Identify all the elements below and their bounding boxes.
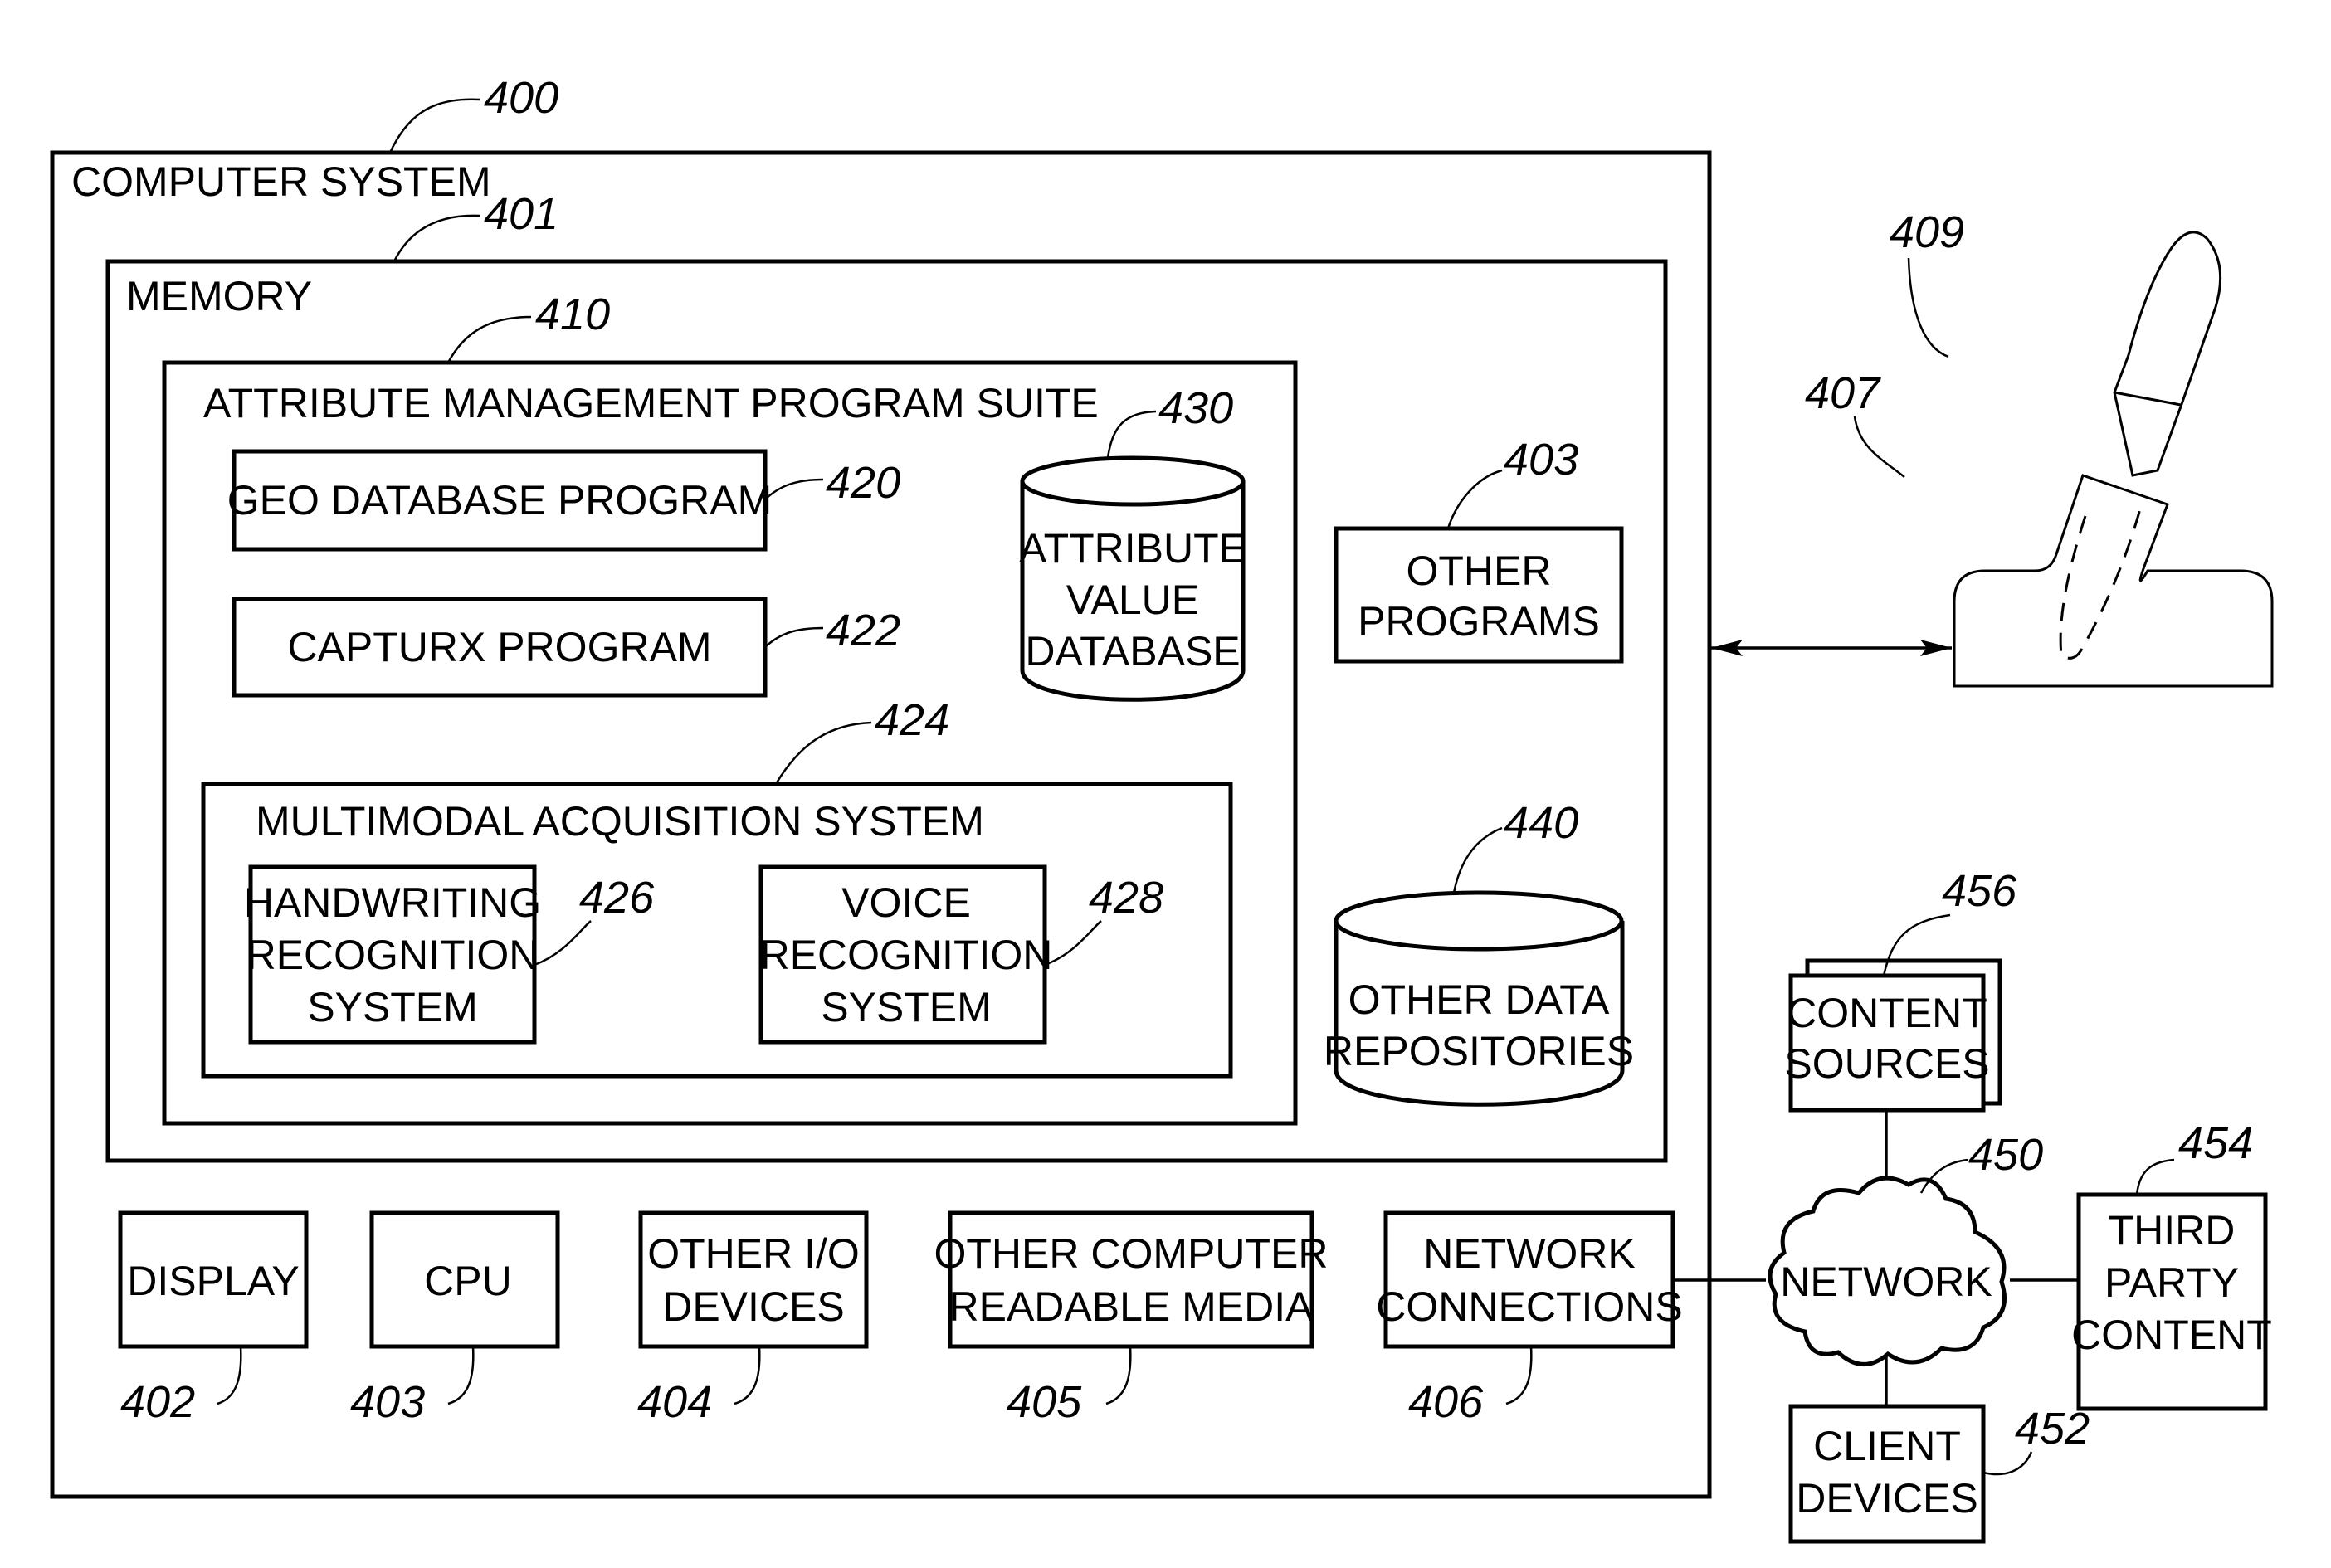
third-party-line-2: PARTY bbox=[2104, 1259, 2239, 1306]
system-diagram: COMPUTER SYSTEM 400 MEMORY 401 ATTRIBUTE… bbox=[50, 73, 2274, 1544]
third-party-line-1: THIRD bbox=[2109, 1207, 2236, 1254]
ref-405: 405 bbox=[1007, 1377, 1082, 1427]
ref-407: 407 bbox=[1805, 368, 1881, 418]
client-devices-line-1: CLIENT bbox=[1813, 1423, 1961, 1469]
third-party-content[interactable]: THIRD PARTY CONTENT 454 bbox=[2071, 1118, 2272, 1411]
ref-456: 456 bbox=[1942, 866, 2017, 916]
other-data-repositories-line-1: OTHER DATA bbox=[1348, 976, 1610, 1023]
ref-430: 430 bbox=[1158, 383, 1233, 433]
pen-cradle-icon bbox=[1953, 474, 2274, 688]
ref-410: 410 bbox=[535, 290, 610, 339]
memory-label: MEMORY bbox=[126, 273, 312, 319]
ref-409: 409 bbox=[1890, 207, 1964, 257]
voice-recognition-line-2: RECOGNITION bbox=[760, 932, 1053, 978]
ref-401: 401 bbox=[484, 189, 558, 239]
other-data-repositories-line-2: REPOSITORIES bbox=[1324, 1028, 1634, 1074]
other-programs-line-2: PROGRAMS bbox=[1358, 598, 1600, 645]
handwriting-recognition-line-1: HANDWRITING bbox=[244, 879, 541, 926]
network-label: NETWORK bbox=[1780, 1259, 1992, 1305]
io-link-arrow bbox=[1711, 640, 1952, 656]
network-connections-line-1: NETWORK bbox=[1423, 1230, 1636, 1277]
ref-440: 440 bbox=[1504, 798, 1578, 848]
other-programs-line-1: OTHER bbox=[1407, 548, 1552, 594]
content-sources-line-1: CONTENT bbox=[1787, 990, 1987, 1036]
voice-recognition-line-3: SYSTEM bbox=[821, 984, 992, 1030]
digital-pen-device[interactable]: 409 407 bbox=[1805, 207, 2274, 688]
ref-404: 404 bbox=[637, 1377, 712, 1427]
other-io-line-1: OTHER I/O bbox=[647, 1230, 860, 1277]
geo-database-program-label: GEO DATABASE PROGRAM bbox=[227, 477, 773, 523]
other-io-line-2: DEVICES bbox=[662, 1283, 845, 1330]
attribute-suite-label: ATTRIBUTE MANAGEMENT PROGRAM SUITE bbox=[203, 380, 1099, 426]
ref-406: 406 bbox=[1408, 1377, 1484, 1427]
handwriting-recognition-line-2: RECOGNITION bbox=[246, 932, 539, 978]
attribute-value-database-line-1: ATTRIBUTE bbox=[1019, 525, 1246, 572]
attribute-value-database-line-3: DATABASE bbox=[1025, 628, 1240, 674]
ref-400: 400 bbox=[484, 73, 558, 123]
ref-428: 428 bbox=[1089, 873, 1163, 923]
pen-body-icon bbox=[2113, 231, 2222, 477]
ref-420: 420 bbox=[826, 458, 900, 508]
ref-454: 454 bbox=[2178, 1118, 2253, 1168]
other-media-line-2: READABLE MEDIA bbox=[948, 1283, 1314, 1330]
ref-402: 402 bbox=[120, 1377, 195, 1427]
network-cloud[interactable]: NETWORK 450 bbox=[1768, 1130, 2043, 1366]
ref-422: 422 bbox=[826, 606, 900, 655]
other-media-line-1: OTHER COMPUTER bbox=[934, 1230, 1329, 1277]
ref-403-cpu: 403 bbox=[350, 1377, 425, 1427]
computer-system-label: COMPUTER SYSTEM bbox=[71, 158, 491, 205]
ref-403-programs: 403 bbox=[1504, 435, 1578, 485]
client-devices-line-2: DEVICES bbox=[1796, 1475, 1978, 1522]
attribute-value-database-line-2: VALUE bbox=[1066, 577, 1199, 623]
content-sources[interactable]: CONTENT SOURCES 456 bbox=[1784, 866, 2017, 1113]
ref-450: 450 bbox=[1968, 1130, 2043, 1180]
ref-452: 452 bbox=[2015, 1404, 2090, 1454]
ref-424: 424 bbox=[875, 695, 949, 745]
network-connections-line-2: CONNECTIONS bbox=[1376, 1283, 1682, 1330]
client-devices[interactable]: CLIENT DEVICES 452 bbox=[1788, 1404, 2090, 1544]
handwriting-recognition-line-3: SYSTEM bbox=[307, 984, 478, 1030]
cpu-label: CPU bbox=[424, 1258, 512, 1304]
voice-recognition-line-1: VOICE bbox=[841, 879, 971, 926]
third-party-line-3: CONTENT bbox=[2071, 1312, 2272, 1358]
capturx-program-label: CAPTURX PROGRAM bbox=[287, 624, 711, 670]
content-sources-line-2: SOURCES bbox=[1784, 1040, 1989, 1087]
multimodal-system-label: MULTIMODAL ACQUISITION SYSTEM bbox=[256, 798, 984, 845]
ref-426: 426 bbox=[579, 873, 655, 923]
display-label: DISPLAY bbox=[127, 1258, 300, 1304]
